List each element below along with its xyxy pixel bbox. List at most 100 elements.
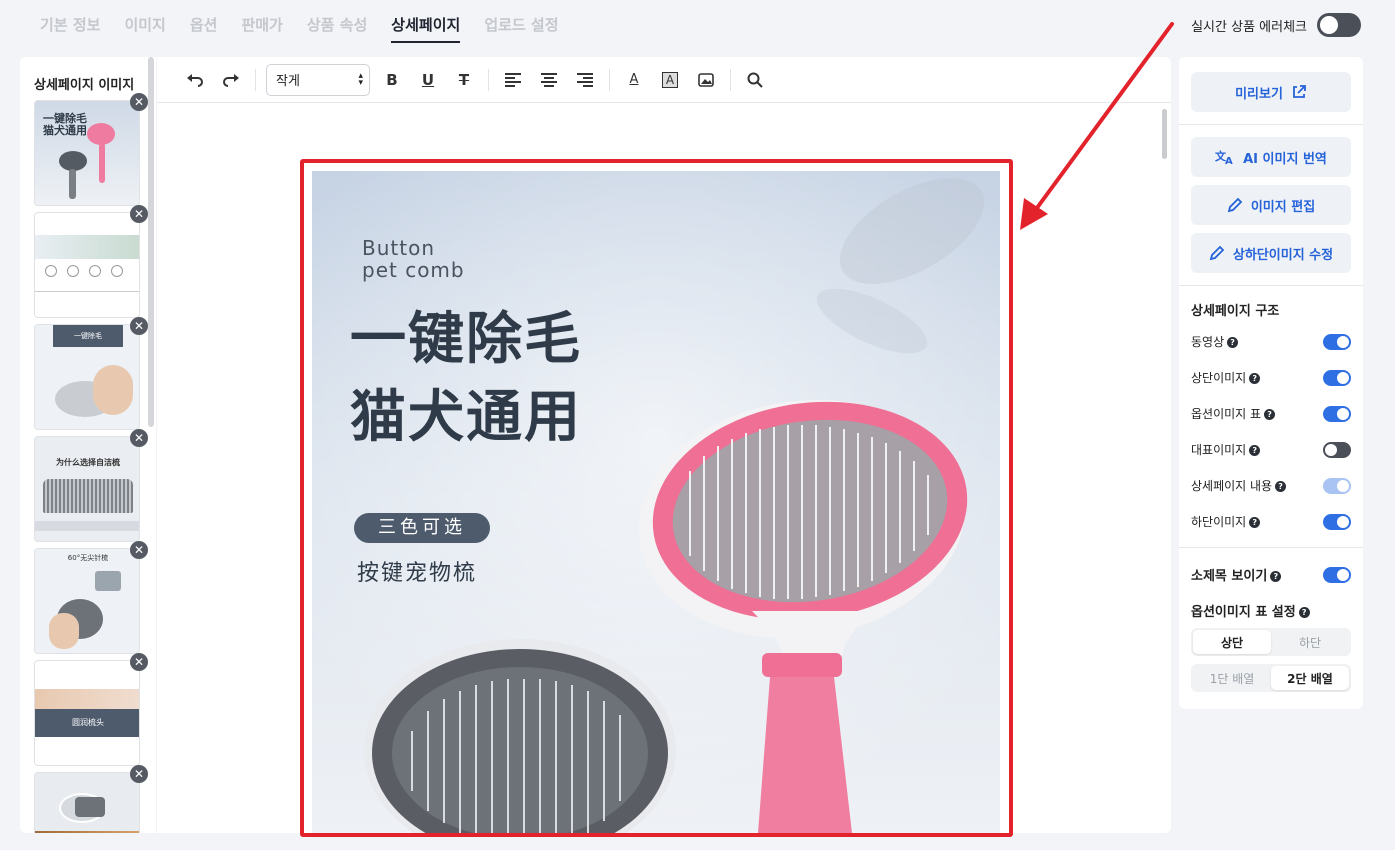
chinese-line-2: 猫犬通用 <box>350 385 582 450</box>
structure-row-video: 동영상? <box>1191 333 1351 350</box>
panel-divider <box>1179 285 1363 286</box>
underline-button[interactable]: U <box>410 65 446 95</box>
edit-top-bottom-label: 상하단이미지 수정 <box>1232 247 1334 263</box>
thumbnail-panel: 상세페이지 이미지 一键除毛 猫犬通用 ✕ ✕ 一键除毛 ✕ 为什么选择自洁梳 … <box>20 57 156 833</box>
close-icon[interactable]: ✕ <box>130 429 148 447</box>
thumbnail-item[interactable]: 一键除毛 ✕ <box>34 317 148 430</box>
edit-top-bottom-button[interactable]: 상하단이미지 수정 <box>1191 233 1351 273</box>
svg-text:A: A <box>1225 156 1233 165</box>
tab-image[interactable]: 이미지 <box>124 14 165 43</box>
structure-label: 하단이미지 <box>1191 515 1247 529</box>
align-right-icon[interactable] <box>567 65 603 95</box>
thumbnail-panel-title: 상세페이지 이미지 <box>34 78 135 93</box>
error-check-label: 실시간 상품 에러체크 <box>1191 19 1307 35</box>
top-tabs: 기본 정보 이미지 옵션 판매가 상품 속성 상세페이지 업로드 설정 <box>40 14 559 43</box>
structure-label: 상세페이지 내용 <box>1191 479 1273 493</box>
pencil-icon <box>1209 245 1225 261</box>
tab-upload-settings[interactable]: 업로드 설정 <box>484 14 558 43</box>
toolbar-divider <box>488 68 489 91</box>
align-center-icon[interactable] <box>531 65 567 95</box>
strikethrough-button[interactable]: T <box>446 65 482 95</box>
external-link-icon <box>1293 85 1306 98</box>
error-check-toggle[interactable] <box>1317 13 1361 37</box>
right-panel: 미리보기 文A AI 이미지 번역 이미지 편집 상하단이미지 수정 상세페이지… <box>1179 57 1363 709</box>
close-icon[interactable]: ✕ <box>130 317 148 335</box>
subtitle-label: 소제목 보이기 <box>1191 569 1268 584</box>
thumbnail-item[interactable]: 60°无尖针梳 ✕ <box>34 541 148 654</box>
thumbnail-scrollbar[interactable] <box>148 57 154 427</box>
help-icon[interactable]: ? <box>1264 409 1276 420</box>
toolbar-divider <box>730 68 731 91</box>
help-icon[interactable]: ? <box>1249 373 1261 384</box>
position-segmented: 상단 하단 <box>1191 628 1351 656</box>
help-icon[interactable]: ? <box>1270 571 1282 582</box>
editor-scrollbar[interactable] <box>1162 109 1167 159</box>
undo-icon[interactable] <box>177 65 213 95</box>
detail-image[interactable]: Button pet comb 一键除毛 猫犬通用 三色可选 按键宠物梳 <box>312 171 1000 833</box>
edit-image-button[interactable]: 이미지 편집 <box>1191 185 1351 225</box>
top-image-toggle[interactable] <box>1323 369 1351 386</box>
thumbnail-item[interactable]: 为什么选择自洁梳 ✕ <box>34 429 148 542</box>
tab-option[interactable]: 옵션 <box>190 14 218 43</box>
bg-color-button[interactable]: A <box>652 65 688 95</box>
tab-price[interactable]: 판매가 <box>241 14 282 43</box>
tab-basic-info[interactable]: 기본 정보 <box>40 14 100 43</box>
align-left-icon[interactable] <box>495 65 531 95</box>
select-arrows-icon: ▴ ▾ <box>358 70 363 88</box>
help-icon[interactable]: ? <box>1227 337 1239 348</box>
tab-detail-page[interactable]: 상세페이지 <box>391 14 461 43</box>
thumbnail-caption: 一键除毛 <box>53 325 123 347</box>
detail-content-toggle[interactable] <box>1323 477 1351 494</box>
structure-row-main-image: 대표이미지? <box>1191 441 1351 458</box>
position-top-option[interactable]: 상단 <box>1193 630 1271 654</box>
layout-segmented: 1단 배열 2단 배열 <box>1191 664 1351 692</box>
position-bottom-option[interactable]: 하단 <box>1271 630 1349 654</box>
close-icon[interactable]: ✕ <box>130 93 148 111</box>
ai-translate-label: AI 이미지 번역 <box>1243 151 1327 167</box>
structure-title: 상세페이지 구조 <box>1191 304 1280 319</box>
structure-label: 상단이미지 <box>1191 371 1247 385</box>
layout-2col-option[interactable]: 2단 배열 <box>1271 666 1349 690</box>
help-icon[interactable]: ? <box>1275 481 1287 492</box>
preview-button[interactable]: 미리보기 <box>1191 72 1351 112</box>
option-table-toggle[interactable] <box>1323 405 1351 422</box>
main-image-toggle[interactable] <box>1323 441 1351 458</box>
thumbnail-item[interactable]: ✕ <box>34 765 148 833</box>
thumbnail-item[interactable]: ✕ <box>34 205 148 318</box>
error-check: 실시간 상품 에러체크 <box>1191 13 1361 37</box>
structure-row-top-image: 상단이미지? <box>1191 369 1351 386</box>
redo-icon[interactable] <box>213 65 249 95</box>
close-icon[interactable]: ✕ <box>130 765 148 783</box>
help-icon[interactable]: ? <box>1249 445 1261 456</box>
color-options-pill: 三色可选 <box>354 513 490 543</box>
font-size-select[interactable]: 작게 ▴ ▾ <box>266 63 370 96</box>
panel-divider <box>1179 547 1363 548</box>
close-icon[interactable]: ✕ <box>130 205 148 223</box>
search-icon[interactable] <box>737 65 773 95</box>
structure-label: 동영상 <box>1191 335 1225 349</box>
bold-button[interactable]: B <box>374 65 410 95</box>
edit-image-label: 이미지 편집 <box>1250 199 1316 215</box>
help-icon[interactable]: ? <box>1249 517 1261 528</box>
close-icon[interactable]: ✕ <box>130 541 148 559</box>
thumbnail-item[interactable]: 圆润梳头 ✕ <box>34 653 148 766</box>
product-english-title: Button pet comb <box>362 237 465 281</box>
video-toggle[interactable] <box>1323 333 1351 350</box>
close-icon[interactable]: ✕ <box>130 653 148 671</box>
layout-1col-option[interactable]: 1단 배열 <box>1193 666 1271 690</box>
toolbar-divider <box>255 68 256 91</box>
english-line-2: pet comb <box>362 258 465 282</box>
thumbnail-item[interactable]: 一键除毛 猫犬通用 ✕ <box>34 93 148 206</box>
bottom-image-toggle[interactable] <box>1323 513 1351 530</box>
image-icon[interactable] <box>688 65 724 95</box>
thumbnail-caption: 圆润梳头 <box>35 709 139 737</box>
tab-attributes[interactable]: 상품 속성 <box>307 14 367 43</box>
ai-translate-button[interactable]: 文A AI 이미지 번역 <box>1191 137 1351 177</box>
text-color-button[interactable]: A <box>616 65 652 95</box>
option-table-settings-label: 옵션이미지 표 설정 <box>1191 605 1296 620</box>
product-chinese-title: 一键除毛 猫犬通用 <box>350 301 582 457</box>
help-icon[interactable]: ? <box>1298 607 1310 618</box>
translate-icon: 文A <box>1215 149 1233 165</box>
chinese-line-1: 一键除毛 <box>350 307 582 372</box>
subtitle-toggle[interactable] <box>1323 566 1351 583</box>
